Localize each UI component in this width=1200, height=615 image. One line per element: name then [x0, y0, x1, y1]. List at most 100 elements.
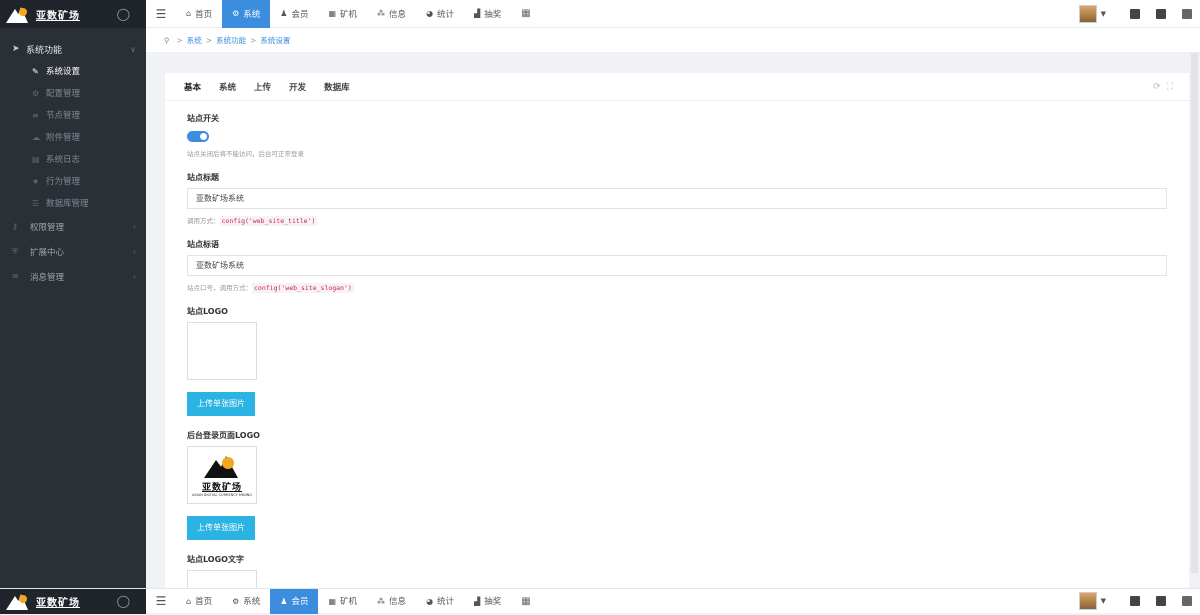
sidebar-sub-item[interactable]: ★ 行为管理	[0, 170, 146, 192]
caret-down-icon[interactable]: ▼	[1101, 10, 1106, 18]
site-title-input[interactable]: 亚数矿场系统	[187, 188, 1167, 209]
sidebar-sub-item[interactable]: ≡ 节点管理	[0, 104, 146, 126]
site-slogan-input[interactable]: 亚数矿场系统	[187, 255, 1167, 276]
nav-item[interactable]: ▟ 抽奖	[464, 589, 511, 614]
sidebar-item[interactable]: ⚷ 权限管理 ‹	[0, 214, 146, 239]
breadcrumb-item[interactable]: 系统设置	[260, 35, 290, 46]
trash-icon[interactable]	[1124, 587, 1146, 615]
wrench-icon: ✎	[32, 66, 39, 76]
sidebar-sub-item-label: 行为管理	[46, 177, 81, 187]
star-icon: ★	[32, 176, 40, 186]
caret-down-icon[interactable]: ▼	[1101, 597, 1106, 605]
site-slogan-help: 站点口号，调用方式： config('web_site_slogan')	[187, 283, 354, 293]
sidebar-item[interactable]: ✉ 消息管理 ‹	[0, 264, 146, 289]
tab-system[interactable]: 系统	[210, 81, 245, 93]
nav-item[interactable]: ⚙ 系统	[222, 0, 271, 28]
site-switch-toggle[interactable]	[187, 131, 209, 142]
menu-toggle-icon[interactable]: ☰	[146, 594, 176, 608]
sidebar-item-label: 权限管理	[30, 222, 65, 233]
settings-form: 站点开关 站点关闭后将不能访问，后台可正常登录 站点标题 亚数矿场系统 调用方式…	[165, 101, 1189, 588]
shield-icon: ⛨	[12, 246, 18, 256]
brand-logo-icon	[6, 592, 32, 610]
nav-item[interactable]: ⁂ 信息	[367, 0, 416, 28]
nav-item[interactable]: ▦ 矿机	[318, 589, 367, 614]
tab-basic[interactable]: 基本	[175, 81, 210, 93]
refresh-icon[interactable]: ⟳	[1153, 82, 1167, 92]
avatar[interactable]	[1078, 592, 1097, 610]
breadcrumb-item[interactable]: 系统	[187, 35, 202, 46]
database-icon: ☰	[32, 198, 40, 208]
sidebar: 亚数矿场 ◯ ➤ 系统功能 ∨ ✎ 系统设置 ⚙ 配置管理 ≡ 节点管理 ☁ 附件管理 ▤ 系统日…	[0, 0, 146, 613]
nav-item[interactable]: ◕ 统计	[416, 589, 464, 614]
brand-bar[interactable]: 亚数矿场 ◯	[0, 0, 146, 28]
site-slogan-code: config('web_site_slogan')	[252, 283, 354, 293]
tab-upload[interactable]: 上传	[245, 81, 280, 93]
pie-icon: ◕	[426, 596, 434, 606]
site-title-help: 调用方式： config('web_site_title')	[187, 216, 318, 226]
sidebar-item-label: 消息管理	[30, 272, 65, 283]
expand-icon[interactable]	[1150, 0, 1172, 28]
tab-database[interactable]: 数据库	[315, 81, 359, 93]
nav-item[interactable]: ⚙ 系统	[222, 589, 270, 614]
nav-item-label: 统计	[437, 597, 455, 607]
trash-icon[interactable]	[1124, 0, 1146, 28]
sidebar-sub-item[interactable]: ▤ 系统日志	[0, 148, 146, 170]
logo-text-input[interactable]	[187, 570, 257, 588]
nav-item[interactable]: ▦ 矿机	[318, 0, 367, 28]
nav-item[interactable]: ▟ 抽奖	[464, 0, 511, 28]
nav-item[interactable]: ⌂ 首页	[176, 0, 222, 28]
admin-logo-upload-button[interactable]: 上传单张图片	[187, 516, 255, 540]
expand-icon[interactable]	[1150, 587, 1172, 615]
panel-icon[interactable]	[1176, 0, 1198, 28]
nav-item[interactable]: ⁂ 信息	[367, 589, 416, 614]
windows-icon: ▦	[328, 596, 337, 606]
page-scrollbar[interactable]	[1189, 53, 1200, 588]
sitemap-icon: ⁂	[377, 9, 386, 18]
sidebar-item[interactable]: ⛨ 扩展中心 ‹	[0, 239, 146, 264]
sidebar-sub-item[interactable]: ✎ 系统设置	[0, 60, 146, 82]
nav-item[interactable]: ◕ 统计	[416, 0, 464, 28]
menu-group-title: 系统功能	[26, 45, 63, 56]
droplet-icon[interactable]: ◯	[117, 7, 130, 21]
sidebar-sub-item-label: 数据库管理	[46, 199, 89, 209]
site-slogan-label: 站点标语	[187, 240, 219, 249]
menu-group-header[interactable]: ➤ 系统功能 ∨	[0, 38, 146, 60]
breadcrumb-item[interactable]: 系统功能	[216, 35, 246, 46]
droplet-icon[interactable]: ◯	[117, 594, 130, 608]
key-icon: ⚷	[12, 222, 18, 231]
nav-item[interactable]: ♟ 会员	[270, 588, 319, 614]
gear-icon: ⚙	[232, 596, 240, 606]
admin-logo-label: 后台登录页面LOGO	[187, 431, 260, 440]
nav-item-label: 统计	[437, 9, 455, 20]
grid-icon[interactable]: ▦	[511, 8, 540, 19]
nav-item-label: 会员	[291, 9, 309, 20]
site-switch-label: 站点开关	[187, 114, 219, 123]
sidebar-sub-item[interactable]: ☰ 数据库管理	[0, 192, 146, 214]
brand-logo-icon	[6, 5, 32, 23]
sidebar-sub-item[interactable]: ☁ 附件管理	[0, 126, 146, 148]
chat-icon: ✉	[12, 272, 19, 281]
chart-icon: ▟	[474, 596, 481, 606]
site-logo-upload-button[interactable]: 上传单张图片	[187, 392, 255, 416]
list-icon: ≡	[32, 110, 39, 120]
sidebar-item-label: 扩展中心	[30, 247, 65, 258]
pie-icon: ◕	[426, 9, 434, 18]
site-switch-help: 站点关闭后将不能访问，后台可正常登录	[187, 150, 304, 158]
nav-item[interactable]: ⌂ 首页	[176, 589, 222, 614]
wrench-icon: ➤	[12, 44, 20, 54]
site-title-label: 站点标题	[187, 173, 219, 182]
admin-logo-preview[interactable]: 亚数矿场 ASIAN DIGITAL CURRENCY MINING	[187, 446, 257, 504]
site-logo-preview[interactable]	[187, 322, 257, 380]
nav-item[interactable]: ♟ 会员	[270, 0, 318, 28]
bottom-brand-bar[interactable]: 亚数矿场 ◯	[0, 588, 146, 614]
logo-text-label: 站点LOGO文字	[187, 555, 244, 564]
sidebar-sub-item-label: 系统日志	[46, 155, 81, 165]
tab-develop[interactable]: 开发	[280, 81, 315, 93]
sidebar-sub-item[interactable]: ⚙ 配置管理	[0, 82, 146, 104]
fullscreen-icon[interactable]: ⛶	[1167, 82, 1179, 92]
nav-item-label: 信息	[389, 9, 407, 20]
panel-icon[interactable]	[1176, 587, 1198, 615]
menu-toggle-icon[interactable]: ☰	[146, 7, 176, 21]
grid-icon[interactable]: ▦	[511, 596, 540, 607]
avatar[interactable]	[1078, 4, 1097, 23]
